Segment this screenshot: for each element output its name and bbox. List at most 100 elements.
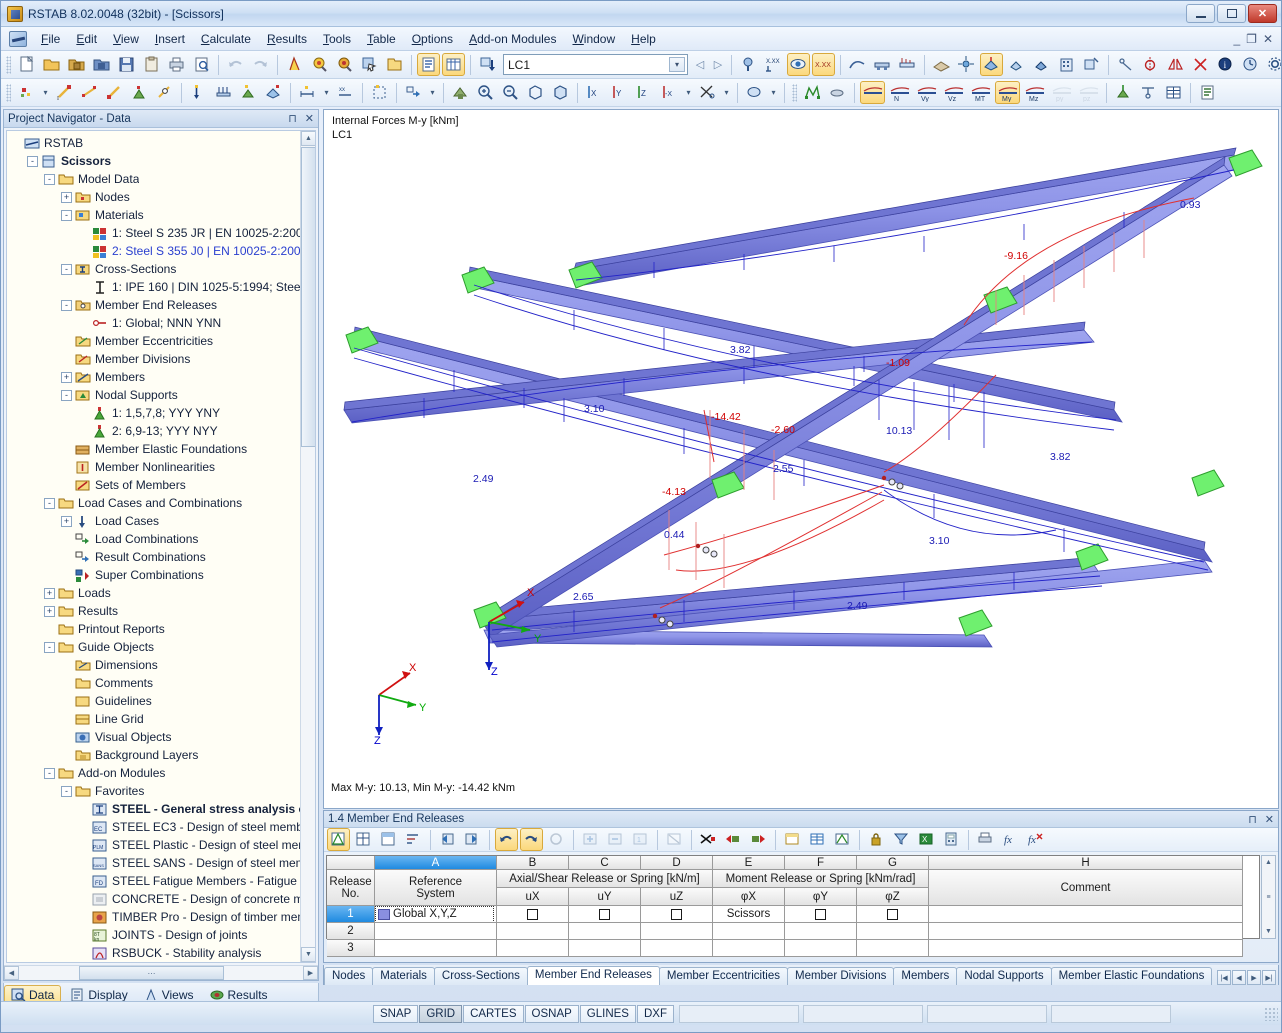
folder-icon[interactable] <box>383 53 406 76</box>
collapse-toggle-icon[interactable]: - <box>44 642 55 653</box>
solid-icon[interactable] <box>1030 53 1053 76</box>
cell-φX[interactable]: Scissors <box>713 906 785 923</box>
column-header-A[interactable]: A <box>375 856 497 870</box>
view-negx-icon[interactable]: -X <box>658 81 681 104</box>
comment-icon[interactable]: xx <box>334 81 357 104</box>
collapse-toggle-icon[interactable]: - <box>44 768 55 779</box>
deform-pz-icon[interactable]: pz <box>1076 81 1101 104</box>
menu-item-insert[interactable]: Insert <box>147 29 193 49</box>
mdi-close-button[interactable]: ✕ <box>1263 32 1273 46</box>
row-number-cell[interactable]: 2 <box>327 923 375 940</box>
member-hinge-icon[interactable] <box>153 81 176 104</box>
tree-item-steel-general-stress-analysis-of-s[interactable]: STEEL - General stress analysis of s <box>10 800 315 818</box>
cell-φX[interactable] <box>713 940 785 957</box>
column-header-H[interactable]: H <box>929 856 1243 870</box>
member-end-icon[interactable] <box>103 81 126 104</box>
zoom-result-icon[interactable] <box>308 53 331 76</box>
tree-item-sets-of-members[interactable]: Sets of Members <box>10 476 315 494</box>
menu-item-options[interactable]: Options <box>404 29 461 49</box>
table-grid-icon[interactable] <box>806 828 829 851</box>
release-checkbox[interactable] <box>599 909 610 920</box>
support-forces-icon[interactable] <box>871 53 894 76</box>
column-header-release-no[interactable]: ReleaseNo. <box>327 870 375 906</box>
delete-row-icon[interactable] <box>697 828 720 851</box>
table-tab-members[interactable]: Members <box>893 967 957 985</box>
collapse-toggle-icon[interactable]: - <box>61 390 72 401</box>
copy-object-icon[interactable] <box>402 81 425 104</box>
tree-item-visual-objects[interactable]: Visual Objects <box>10 728 315 746</box>
collapse-toggle-icon[interactable]: - <box>61 786 72 797</box>
menu-item-add-on-modules[interactable]: Add-on Modules <box>461 29 564 49</box>
grid-scroll-down-icon[interactable]: ▼ <box>1262 925 1275 938</box>
tree-item-cross-sections[interactable]: -Cross-Sections <box>10 260 315 278</box>
tree-item-2-steel-s-355-j0-en-10025-2-2004-1[interactable]: 2: Steel S 355 J0 | EN 10025-2:2004-1 <box>10 242 315 260</box>
cell-φZ[interactable] <box>857 906 929 923</box>
tree-item-printout-reports[interactable]: Printout Reports <box>10 620 315 638</box>
save-project-icon[interactable] <box>90 53 113 76</box>
table-tab-member-end-releases[interactable]: Member End Releases <box>527 966 660 985</box>
tree-item-rsbuck-stability-analysis[interactable]: RSBUCK - Stability analysis <box>10 944 315 962</box>
tree-item-member-elastic-foundations[interactable]: Member Elastic Foundations <box>10 440 315 458</box>
toolbar-grip[interactable] <box>6 56 11 74</box>
cell-uY[interactable] <box>569 940 641 957</box>
expand-toggle-icon[interactable]: + <box>61 516 72 527</box>
render-icon[interactable] <box>283 53 306 76</box>
render-model-icon[interactable] <box>449 81 472 104</box>
tree-item-materials[interactable]: -Materials <box>10 206 315 224</box>
menu-item-calculate[interactable]: Calculate <box>193 29 259 49</box>
circle-icon[interactable] <box>1139 53 1162 76</box>
print-dropdown-icon[interactable]: ▾ <box>768 81 779 104</box>
zoom-global-icon[interactable] <box>333 53 356 76</box>
settings-icon[interactable] <box>1264 53 1281 76</box>
column-header-B[interactable]: B <box>497 856 569 870</box>
tree-item-1-ipe-160-din-1025-5-1994-steel-s[interactable]: 1: IPE 160 | DIN 1025-5:1994; Steel S <box>10 278 315 296</box>
moment-my-icon[interactable]: My <box>995 81 1020 104</box>
release-checkbox[interactable] <box>527 909 538 920</box>
selected-cell-editor[interactable]: Global X,Y,Z <box>375 906 494 923</box>
navigator-vertical-scrollbar[interactable]: ▲ ▼ <box>300 131 315 962</box>
table-tab-materials[interactable]: Materials <box>372 967 435 985</box>
deformation-tool-icon[interactable] <box>826 81 849 104</box>
tree-item-steel-sans-design-of-steel-memb[interactable]: SANSSTEEL SANS - Design of steel memb <box>10 854 315 872</box>
open-folder-icon[interactable] <box>40 53 63 76</box>
axial-force-icon[interactable]: N <box>887 81 912 104</box>
pin-icon[interactable]: ⊓ <box>288 112 297 125</box>
snap-icon[interactable] <box>955 53 978 76</box>
result-decimals-icon[interactable]: X.XX <box>762 53 785 76</box>
table-row[interactable]: 3 <box>327 940 1259 957</box>
collapse-toggle-icon[interactable]: - <box>44 174 55 185</box>
next-load-case-button[interactable]: ▷ <box>709 55 727 75</box>
cell-uZ[interactable] <box>641 923 713 940</box>
menu-item-tools[interactable]: Tools <box>315 29 359 49</box>
tree-item-dimensions[interactable]: Dimensions <box>10 656 315 674</box>
tree-item-load-combinations[interactable]: Load Combinations <box>10 530 315 548</box>
cell-uX[interactable] <box>497 923 569 940</box>
cross-section-icon[interactable] <box>860 81 885 104</box>
tree-item-concrete-design-of-concrete-m[interactable]: CONCRETE - Design of concrete m <box>10 890 315 908</box>
cell-System[interactable]: Global X,Y,Z <box>375 906 497 923</box>
add-icon[interactable] <box>579 828 602 851</box>
tree-item-nodes[interactable]: +Nodes <box>10 188 315 206</box>
cell-System[interactable] <box>375 923 497 940</box>
table-tab-member-eccentricities[interactable]: Member Eccentricities <box>659 967 788 985</box>
zoom-in-icon[interactable] <box>474 81 497 104</box>
cell-φY[interactable] <box>785 906 857 923</box>
tree-item-add-on-modules[interactable]: -Add-on Modules <box>10 764 315 782</box>
result-diagram-icon[interactable] <box>896 53 919 76</box>
clipping-dropdown-icon[interactable]: ▾ <box>721 81 732 104</box>
view-y-icon[interactable]: Y <box>608 81 631 104</box>
close-icon[interactable]: ✕ <box>305 112 314 125</box>
collapse-toggle-icon[interactable]: - <box>61 300 72 311</box>
column-header-C[interactable]: C <box>569 856 641 870</box>
expand-toggle-icon[interactable]: + <box>61 192 72 203</box>
expand-toggle-icon[interactable]: + <box>44 606 55 617</box>
tree-item-background-layers[interactable]: Background Layers <box>10 746 315 764</box>
tree-item-result-combinations[interactable]: Result Combinations <box>10 548 315 566</box>
next-table-icon[interactable] <box>461 828 484 851</box>
maximize-button[interactable] <box>1217 4 1246 23</box>
scroll-thumb[interactable] <box>301 147 316 447</box>
tree-item-members[interactable]: +Members <box>10 368 315 386</box>
tree-item-line-grid[interactable]: Line Grid <box>10 710 315 728</box>
member-end-releases-grid[interactable]: ABCDEFGHReleaseNo.ReferenceSystemAxial/S… <box>326 855 1260 939</box>
dimension-dropdown-icon[interactable]: ▾ <box>321 81 332 104</box>
